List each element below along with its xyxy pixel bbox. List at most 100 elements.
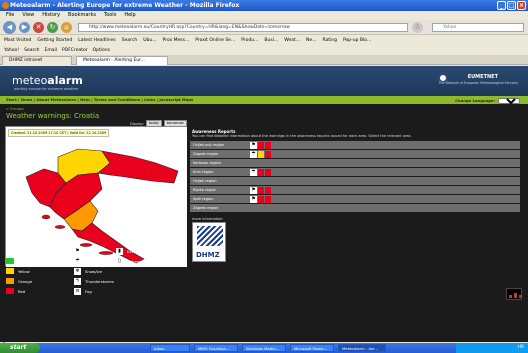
toolbar-pdfcreator[interactable]: PDFCreator	[62, 46, 88, 55]
more-info-label: more information:	[192, 217, 224, 221]
bookmark-item[interactable]: Pop-up Blo...	[343, 36, 371, 46]
bookmark-item[interactable]: Getting Started	[37, 36, 72, 46]
warning-level-swatch	[265, 168, 271, 176]
region-row[interactable]: Rijeka region ⚑	[190, 186, 520, 194]
warning-level-swatch	[258, 168, 264, 176]
back-icon[interactable]: ◀	[3, 21, 16, 34]
legend-swatch	[6, 288, 14, 294]
reload-icon[interactable]: ↻	[47, 22, 58, 33]
bookmark-item[interactable]: Most Visited	[4, 36, 31, 46]
menu-bookmarks[interactable]: Bookmarks	[68, 11, 96, 20]
stop-icon[interactable]: ✕	[33, 22, 44, 33]
search-box[interactable]: Yahoo	[432, 23, 524, 32]
legend-label: Extreme high temperature	[127, 249, 178, 254]
region-name: Knin region	[193, 170, 214, 174]
warning-legend: White Green Yellow Orange Red ⚑ Wind ☂ Rai…	[6, 248, 386, 323]
yahoo-toolbar: Yahoo! Search Email PDFCreator Options	[0, 46, 528, 55]
url-bar[interactable]: http://www.meteoalarm.eu/CountryHR.asp?C…	[78, 23, 408, 32]
close-button[interactable]: ×	[517, 1, 526, 10]
bookmark-item[interactable]: Search	[122, 36, 137, 46]
eumetnet-title[interactable]: EUMETNET	[468, 74, 498, 80]
bookmark-item[interactable]: Proxit Online Se...	[195, 36, 235, 46]
eumetnet-subtitle: The Network of European Meteorological S…	[438, 81, 518, 85]
map-created-label: Created: 21.10.2009 17:10 CET | Valid fo…	[8, 129, 110, 137]
bookmark-item[interactable]: Rating	[322, 36, 337, 46]
forward-icon[interactable]: ▶	[19, 22, 30, 33]
minimize-button[interactable]: _	[497, 1, 506, 10]
region-row[interactable]: Osijek region	[190, 177, 520, 185]
taskbar-button[interactable]: Microsoft Power...	[290, 344, 334, 352]
legend-swatch	[6, 278, 14, 284]
maximize-button[interactable]: □	[507, 1, 516, 10]
media-player-widget[interactable]	[506, 288, 522, 300]
region-warning-icons: ☂	[250, 150, 271, 158]
legend-type: ▮ Extreme high temperature	[116, 248, 178, 255]
language-indicator[interactable]: HR	[517, 345, 524, 350]
snow-ice-icon: ❄	[74, 268, 81, 275]
island-shape	[41, 214, 51, 220]
toolbar-email[interactable]: Email	[45, 46, 58, 55]
bookmark-item[interactable]: Busi...	[264, 36, 278, 46]
tab-meteoalarm[interactable]: Meteoalarm - Alerting Eur...	[76, 56, 168, 65]
warning-level-swatch	[258, 195, 264, 203]
start-label: start	[10, 344, 27, 351]
menu-history[interactable]: History	[42, 11, 60, 20]
menu-tools[interactable]: Tools	[104, 11, 116, 20]
taskbar-button[interactable]: Inbox	[150, 344, 190, 352]
legend-swatch	[6, 258, 14, 264]
bookmark-item[interactable]: Prox Mess...	[163, 36, 190, 46]
warning-level-swatch	[265, 186, 271, 194]
toolbar-options[interactable]: Options	[93, 46, 110, 55]
language-selector: Change Language: english	[455, 97, 520, 105]
croatia-warning-map[interactable]: Created: 21.10.2009 17:10 CET | Valid fo…	[5, 126, 187, 267]
windows-taskbar: start Inbox MMO Hrvatska... Windows Medi…	[0, 343, 528, 353]
menu-file[interactable]: File	[6, 11, 14, 20]
legend-label: Yellow	[18, 268, 30, 274]
legend-label: Snow/Ice	[85, 269, 103, 274]
firefox-icon	[2, 2, 9, 9]
navigation-toolbar: ◀ ▶ ✕ ↻ ⌂ http://www.meteoalarm.eu/Count…	[0, 20, 528, 35]
taskbar-button-active[interactable]: Meteoalarm - Ale...	[338, 344, 386, 352]
taskbar-label: Inbox	[154, 346, 165, 351]
wind-icon: ⚑	[250, 195, 257, 203]
region-name: Osijek-sub region	[193, 143, 225, 147]
home-icon[interactable]: ⌂	[61, 22, 72, 33]
region-name: Zagreb region	[193, 206, 219, 210]
toolbar-search[interactable]: Search	[24, 46, 39, 55]
legend-level: Red	[6, 288, 25, 294]
site-nav-links[interactable]: Start | News | About Meteoalarm | Help |…	[6, 97, 193, 102]
region-row[interactable]: Osijek-sub region ⚑	[190, 141, 520, 149]
region-row[interactable]: Karlovac region	[190, 159, 520, 167]
region-warning-icons: ⚑	[250, 186, 271, 194]
bookmark-item[interactable]: Ubu...	[143, 36, 156, 46]
meteoalarm-logo[interactable]: meteoalarm	[12, 74, 83, 87]
toolbar-yahoo[interactable]: Yahoo!	[4, 46, 19, 55]
breadcrumb[interactable]: > Europe	[6, 106, 24, 111]
legend-type: ▯ Extreme low temperature	[116, 258, 176, 265]
player-bar-icon	[514, 293, 517, 298]
region-row[interactable]: Split region ⚑	[190, 195, 520, 203]
region-row[interactable]: Zagreb region ☂	[190, 150, 520, 158]
menu-help[interactable]: Help	[124, 11, 135, 20]
bookmark-item[interactable]: Ne...	[306, 36, 316, 46]
region-row[interactable]: Zagreb region	[190, 204, 520, 212]
tab-label: DHMZ intranet	[9, 58, 43, 63]
window-title: Meteoalarm - Alerting Europe for extreme…	[10, 2, 240, 9]
tab-dhmz-intranet[interactable]: DHMZ intranet	[2, 56, 72, 65]
menu-view[interactable]: View	[22, 11, 34, 20]
bookmark-star-icon[interactable]: ☆	[412, 22, 423, 33]
region-list: Osijek-sub region ⚑ Zagreb region ☂ Karl…	[190, 141, 520, 213]
bookmark-item[interactable]: Latest Headlines	[78, 36, 116, 46]
taskbar-label: MMO Hrvatska...	[198, 346, 230, 351]
warning-level-swatch	[265, 150, 271, 158]
language-select[interactable]: english	[498, 98, 520, 104]
taskbar-button[interactable]: MMO Hrvatska...	[194, 344, 238, 352]
wind-icon: ⚑	[250, 141, 257, 149]
bookmark-item[interactable]: Weat...	[284, 36, 300, 46]
bookmark-item[interactable]: Produ...	[241, 36, 258, 46]
croatia-map-svg	[6, 127, 187, 267]
start-button[interactable]: start	[0, 343, 40, 353]
rain-icon: ☂	[74, 258, 81, 265]
taskbar-button[interactable]: Windows Media...	[242, 344, 286, 352]
region-row[interactable]: Knin region ☂	[190, 168, 520, 176]
